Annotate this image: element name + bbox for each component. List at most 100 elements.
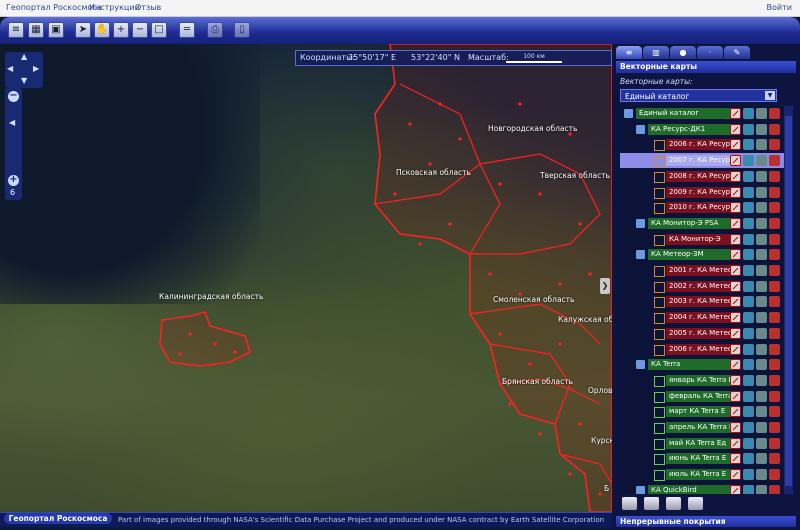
- wrench-tab-icon[interactable]: ✎: [724, 46, 750, 59]
- delete-icon[interactable]: [769, 155, 780, 167]
- tree-item-label[interactable]: январь КА Terra E: [666, 374, 738, 386]
- tree-layer-row[interactable]: апрель КА Terra E: [620, 420, 792, 435]
- delete-icon[interactable]: [769, 170, 780, 182]
- visibility-off-icon[interactable]: [730, 170, 741, 182]
- delete-icon[interactable]: [769, 217, 780, 229]
- settings-icon[interactable]: [756, 202, 767, 214]
- visibility-off-icon[interactable]: [730, 422, 741, 433]
- info-icon[interactable]: [743, 437, 754, 449]
- layers-icon[interactable]: ≡: [8, 22, 24, 38]
- info-icon[interactable]: [743, 280, 754, 292]
- tree-item-label[interactable]: 2008 г. КА Ресурс-: [666, 170, 738, 182]
- document-icon[interactable]: ▯: [234, 22, 250, 38]
- tree-layer-row[interactable]: март КА Terra E: [620, 404, 792, 419]
- tree-item-label[interactable]: КА Метеор-ЗМ: [648, 249, 738, 261]
- delete-icon[interactable]: [769, 249, 780, 261]
- settings-icon[interactable]: [756, 406, 767, 418]
- visibility-off-icon[interactable]: [730, 155, 741, 167]
- settings-icon[interactable]: [756, 484, 767, 494]
- delete-icon[interactable]: [769, 327, 780, 339]
- settings-icon[interactable]: [756, 155, 767, 167]
- visibility-off-icon[interactable]: [730, 280, 741, 292]
- visibility-off-icon[interactable]: [730, 123, 741, 135]
- tree-item-label[interactable]: апрель КА Terra E: [666, 422, 738, 433]
- settings-icon[interactable]: [756, 233, 767, 245]
- save-icon[interactable]: [688, 497, 703, 510]
- tree-layer-row[interactable]: 2006 г. КА Метеор-: [620, 342, 792, 357]
- layers-tab-icon[interactable]: ≡: [616, 46, 642, 59]
- settings-icon[interactable]: [756, 437, 767, 449]
- link-feedback[interactable]: Отзыв: [135, 3, 161, 12]
- tree-layer-row[interactable]: 2010 г. КА Ресурс-: [620, 200, 792, 215]
- info-icon[interactable]: [743, 123, 754, 135]
- tree-layer-row[interactable]: 2003 г. КА Метеор-: [620, 294, 792, 309]
- link-geoportal[interactable]: Геопортал Роскосмоса: [6, 3, 102, 12]
- tree-item-label[interactable]: 2009 г. КА Ресурс-: [666, 186, 738, 198]
- settings-icon[interactable]: [756, 359, 767, 371]
- info-icon[interactable]: [743, 484, 754, 494]
- help-icon[interactable]: [622, 497, 637, 510]
- tree-item-label[interactable]: февраль КА Terra E: [666, 390, 738, 402]
- zoom-out-icon[interactable]: −: [132, 22, 148, 38]
- info-icon[interactable]: [743, 327, 754, 339]
- tree-layer-row[interactable]: май КА Terra Ед: [620, 436, 792, 451]
- visibility-off-icon[interactable]: [730, 374, 741, 386]
- visibility-off-icon[interactable]: [730, 108, 741, 119]
- tree-item-label[interactable]: март КА Terra E: [666, 406, 738, 418]
- chevron-down-icon[interactable]: ▼: [765, 91, 775, 100]
- pan-up-icon[interactable]: ▲: [21, 52, 27, 61]
- delete-icon[interactable]: [769, 202, 780, 214]
- settings-icon[interactable]: [756, 186, 767, 198]
- export-icon[interactable]: [666, 497, 681, 510]
- pan-left-icon[interactable]: ◀: [7, 64, 13, 73]
- settings-icon[interactable]: [756, 390, 767, 402]
- visibility-off-icon[interactable]: [730, 327, 741, 339]
- tree-item-label[interactable]: 2001 г. КА Метеор-: [666, 265, 738, 276]
- image-icon[interactable]: ▦: [28, 22, 44, 38]
- visibility-off-icon[interactable]: [730, 186, 741, 198]
- info-icon[interactable]: [743, 296, 754, 308]
- delete-icon[interactable]: [769, 437, 780, 449]
- delete-icon[interactable]: [769, 406, 780, 418]
- info-icon[interactable]: [743, 139, 754, 151]
- delete-icon[interactable]: [769, 280, 780, 292]
- tree-folder-row[interactable]: КА Метеор-ЗМ: [620, 247, 792, 262]
- settings-icon[interactable]: [756, 343, 767, 355]
- info-icon[interactable]: [743, 453, 754, 465]
- visibility-off-icon[interactable]: [730, 265, 741, 276]
- pointer-icon[interactable]: ➤: [75, 22, 91, 38]
- book-tab-icon[interactable]: ▥: [643, 46, 669, 59]
- settings-icon[interactable]: [756, 108, 767, 119]
- delete-icon[interactable]: [769, 422, 780, 433]
- tree-layer-row[interactable]: 2006 г. КА Ресурс-: [620, 137, 792, 152]
- info-icon[interactable]: [743, 170, 754, 182]
- delete-icon[interactable]: [769, 469, 780, 481]
- tree-layer-row[interactable]: июнь КА Terra Е: [620, 451, 792, 466]
- tree-layer-row[interactable]: 2009 г. КА Ресурс-: [620, 185, 792, 200]
- delete-icon[interactable]: [769, 123, 780, 135]
- visibility-off-icon[interactable]: [730, 406, 741, 418]
- image-alt-icon[interactable]: ▣: [48, 22, 64, 38]
- info-icon[interactable]: [743, 390, 754, 402]
- tree-item-label[interactable]: 2007 г. КА Ресурс-: [666, 155, 738, 167]
- delete-icon[interactable]: [769, 390, 780, 402]
- info-icon[interactable]: [743, 202, 754, 214]
- settings-icon[interactable]: [756, 139, 767, 151]
- visibility-off-icon[interactable]: [730, 359, 741, 371]
- info-icon[interactable]: [743, 108, 754, 119]
- scrollbar-thumb[interactable]: [785, 116, 792, 486]
- tree-item-label[interactable]: 2010 г. КА Ресурс-: [666, 202, 738, 214]
- delete-icon[interactable]: [769, 484, 780, 494]
- tree-layer-row[interactable]: 2005 г. КА Метеор-: [620, 326, 792, 341]
- tree-item-label[interactable]: КА Terra: [648, 359, 738, 371]
- tree-item-label[interactable]: КА QuickBird: [648, 484, 738, 494]
- info-icon[interactable]: [743, 469, 754, 481]
- visibility-off-icon[interactable]: [730, 202, 741, 214]
- delete-icon[interactable]: [769, 453, 780, 465]
- settings-icon[interactable]: [756, 265, 767, 276]
- settings-icon[interactable]: [756, 249, 767, 261]
- visibility-off-icon[interactable]: [730, 453, 741, 465]
- delete-icon[interactable]: [769, 233, 780, 245]
- settings-icon[interactable]: [756, 170, 767, 182]
- delete-icon[interactable]: [769, 312, 780, 324]
